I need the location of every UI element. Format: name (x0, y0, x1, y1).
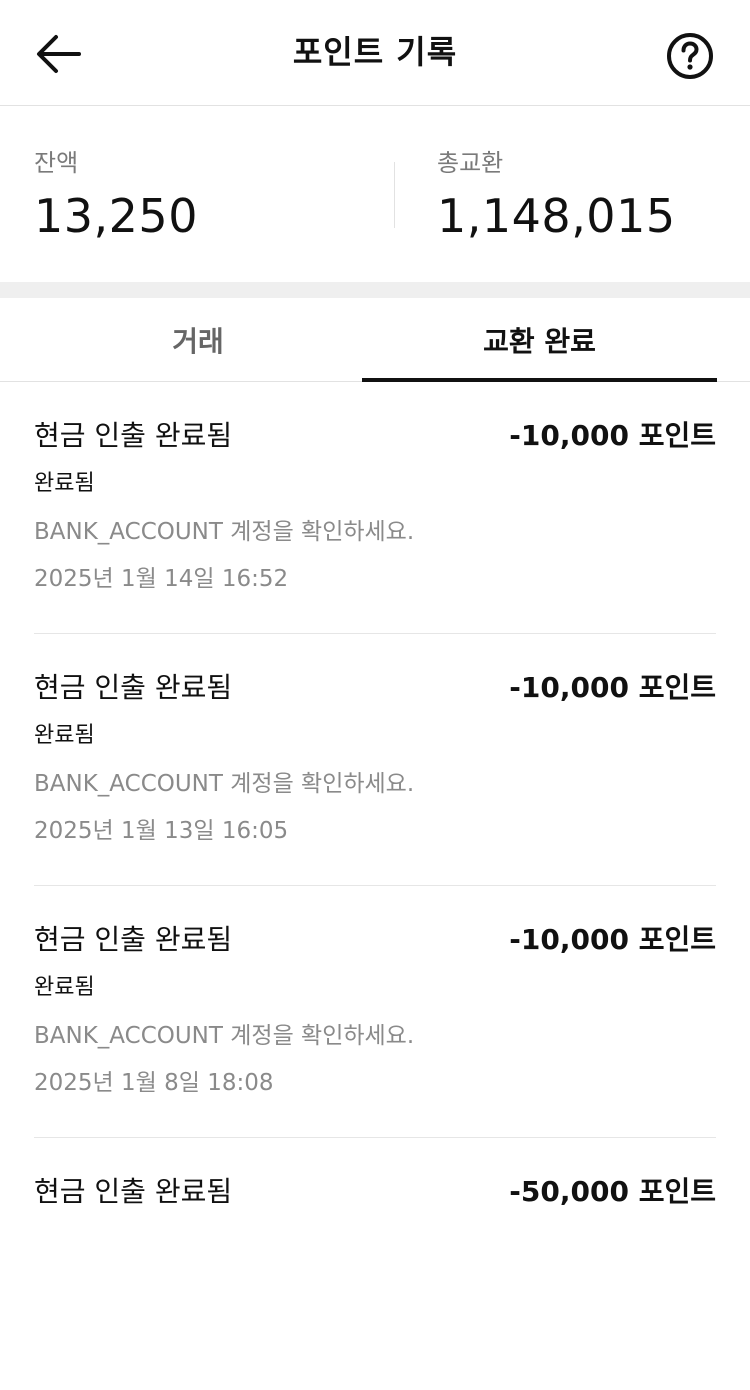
list-item[interactable]: 현금 인출 완료됨 -10,000 포인트 완료됨 BANK_ACCOUNT 계… (34, 886, 716, 1138)
item-status: 완료됨 (34, 723, 95, 748)
tab-transactions[interactable]: 거래 (0, 298, 396, 382)
list-item[interactable]: 현금 인출 완료됨 -50,000 포인트 (34, 1138, 716, 1390)
balance-stat: 잔액 13,250 (34, 146, 198, 246)
item-description: BANK_ACCOUNT 계정을 확인하세요. (34, 1023, 415, 1049)
item-title: 현금 인출 완료됨 (34, 419, 233, 452)
list-item[interactable]: 현금 인출 완료됨 -10,000 포인트 완료됨 BANK_ACCOUNT 계… (34, 382, 716, 634)
item-amount: -10,000 포인트 (509, 671, 716, 704)
item-amount: -50,000 포인트 (509, 1175, 716, 1208)
total-exchange-stat: 총교환 1,148,015 (437, 146, 676, 246)
total-exchange-value: 1,148,015 (437, 189, 676, 243)
item-amount: -10,000 포인트 (509, 923, 716, 956)
section-divider (0, 282, 750, 298)
item-status: 완료됨 (34, 471, 95, 496)
app-header: 포인트 기록 (0, 0, 750, 106)
balance-label: 잔액 (34, 149, 79, 177)
stat-divider (394, 162, 395, 228)
points-summary: 잔액 13,250 총교환 1,148,015 (0, 106, 750, 282)
page-title: 포인트 기록 (292, 33, 458, 71)
total-exchange-label: 총교환 (437, 149, 504, 177)
question-circle-icon (667, 33, 713, 79)
item-description: BANK_ACCOUNT 계정을 확인하세요. (34, 519, 415, 545)
item-description: BANK_ACCOUNT 계정을 확인하세요. (34, 771, 415, 797)
tab-exchange-completed[interactable]: 교환 완료 (362, 298, 717, 382)
help-button[interactable] (664, 30, 716, 82)
item-title: 현금 인출 완료됨 (34, 1175, 233, 1208)
item-date: 2025년 1월 8일 18:08 (34, 1070, 274, 1096)
tab-bar: 거래 교환 완료 (0, 298, 750, 382)
item-date: 2025년 1월 14일 16:52 (34, 566, 289, 592)
item-title: 현금 인출 완료됨 (34, 671, 233, 704)
item-title: 현금 인출 완료됨 (34, 923, 233, 956)
list-item[interactable]: 현금 인출 완료됨 -10,000 포인트 완료됨 BANK_ACCOUNT 계… (34, 634, 716, 886)
history-list: 현금 인출 완료됨 -10,000 포인트 완료됨 BANK_ACCOUNT 계… (0, 382, 750, 1390)
item-status: 완료됨 (34, 975, 95, 1000)
item-amount: -10,000 포인트 (509, 419, 716, 452)
balance-value: 13,250 (34, 189, 198, 243)
item-date: 2025년 1월 13일 16:05 (34, 818, 289, 844)
